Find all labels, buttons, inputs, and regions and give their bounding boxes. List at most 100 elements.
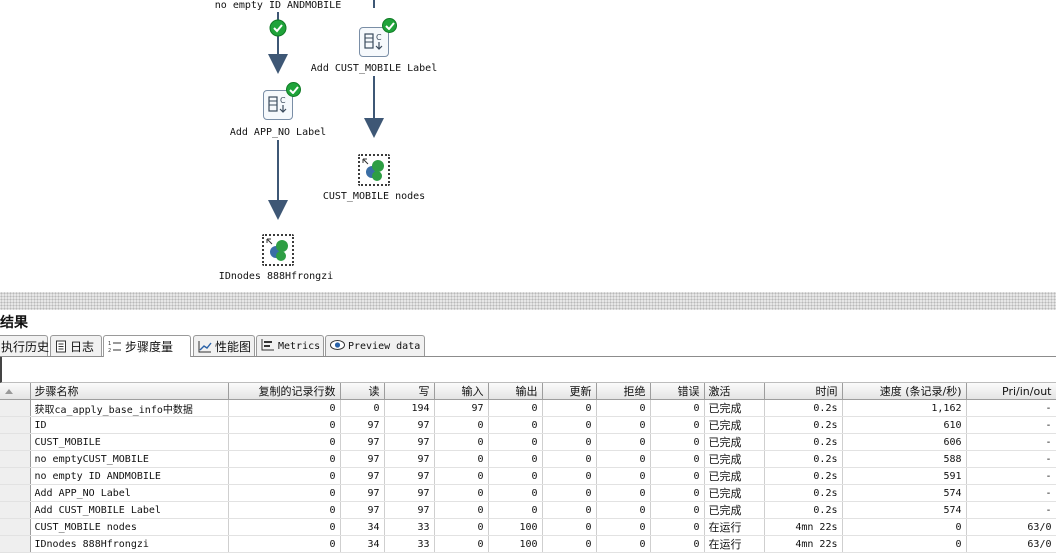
tab-execution-history[interactable]: 执行历史 [0,335,50,356]
table-row[interactable]: 获取ca_apply_base_info中数据 0 0 194 97 0 0 0… [0,399,1056,417]
results-toolbar [0,357,1056,383]
hop-ok-icon [269,19,287,37]
table-row[interactable]: IDnodes 888Hfrongzi 0 34 33 0 100 0 0 0 … [0,535,1056,553]
column-header-active[interactable]: 激活 [704,383,765,400]
speed-cell: 588 [842,450,967,468]
updated-cell: 0 [542,450,597,468]
table-row[interactable]: ID 0 97 97 0 0 0 0 0 已完成 0.2s 610 - [0,416,1056,434]
output-cell: 0 [488,433,543,451]
column-header-step-name[interactable]: 步骤名称 [30,383,229,400]
column-header-pri-in-out[interactable]: Pri/in/out [966,383,1056,400]
pri-in-out-cell: 63/0 [966,535,1056,553]
column-header-copies[interactable]: 复制的记录行数 [228,383,341,400]
read-cell: 97 [340,433,385,451]
column-header-written[interactable]: 写 [384,383,435,400]
panel-splitter[interactable] [0,292,1056,310]
svg-text:C: C [280,96,286,105]
table-row[interactable]: no emptyCUST_MOBILE 0 97 97 0 0 0 0 0 已完… [0,450,1056,468]
rejected-cell: 0 [596,433,651,451]
pri-in-out-cell: - [966,399,1056,417]
updated-cell: 0 [542,433,597,451]
row-number-cell [0,501,31,519]
step-name-cell: Add APP_NO Label [30,484,229,502]
column-header-output[interactable]: 输出 [488,383,543,400]
pri-in-out-cell: - [966,433,1056,451]
tab-preview-data[interactable]: Preview data [325,335,425,356]
input-cell: 0 [434,450,489,468]
input-cell: 97 [434,399,489,417]
errors-cell: 0 [650,501,705,519]
updated-cell: 0 [542,518,597,536]
updated-cell: 0 [542,501,597,519]
pri-in-out-cell: 63/0 [966,518,1056,536]
column-header-updated[interactable]: 更新 [542,383,597,400]
pri-in-out-cell: - [966,501,1056,519]
step-name-cell: ID [30,416,229,434]
updated-cell: 0 [542,399,597,417]
step-name-cell: Add CUST_MOBILE Label [30,501,229,519]
row-number-cell [0,416,31,434]
tab-label: 性能图 [215,340,252,354]
copies-cell: 0 [228,416,341,434]
written-cell: 194 [384,399,435,417]
read-cell: 34 [340,535,385,553]
table-row[interactable]: Add APP_NO Label 0 97 97 0 0 0 0 0 已完成 0… [0,484,1056,502]
log-icon [55,340,67,356]
tab-label: 日志 [70,340,95,354]
copies-cell: 0 [228,484,341,502]
column-header-rownum[interactable] [0,383,31,400]
graph-output-icon [362,158,384,181]
read-cell: 97 [340,484,385,502]
time-cell: 4mn 22s [764,535,843,553]
read-cell: 0 [340,399,385,417]
step-name-cell: CUST_MOBILE [30,433,229,451]
input-cell: 0 [434,518,489,536]
active-cell: 在运行 [704,535,765,553]
table-row[interactable]: no empty ID ANDMOBILE 0 97 97 0 0 0 0 0 … [0,467,1056,485]
table-row[interactable]: Add CUST_MOBILE Label 0 97 97 0 0 0 0 0 … [0,501,1056,519]
tab-step-metrics[interactable]: 12 步骤度量 [103,335,191,357]
errors-cell: 0 [650,416,705,434]
tab-label: 执行历史 [1,340,50,354]
input-cell: 0 [434,416,489,434]
output-cell: 0 [488,399,543,417]
step-cust-mobile-nodes[interactable] [358,154,390,186]
table-row[interactable]: CUST_MOBILE nodes 0 34 33 0 100 0 0 0 在运… [0,518,1056,536]
results-tabbar: 执行历史 日志 12 步骤度量 性能图 Metrics Preview data [0,334,1056,357]
step-ok-icon [286,82,301,97]
column-header-errors[interactable]: 错误 [650,383,705,400]
tab-log[interactable]: 日志 [50,335,102,356]
column-header-speed[interactable]: 速度 (条记录/秒) [842,383,967,400]
row-number-cell [0,433,31,451]
rejected-cell: 0 [596,535,651,553]
speed-cell: 0 [842,518,967,536]
written-cell: 33 [384,518,435,536]
tab-metrics[interactable]: Metrics [256,335,324,356]
rejected-cell: 0 [596,501,651,519]
table-row[interactable]: CUST_MOBILE 0 97 97 0 0 0 0 0 已完成 0.2s 6… [0,433,1056,451]
column-header-rejected[interactable]: 拒绝 [596,383,651,400]
output-cell: 0 [488,484,543,502]
preview-eye-icon [330,339,345,354]
rejected-cell: 0 [596,467,651,485]
step-name-cell: IDnodes 888Hfrongzi [30,535,229,553]
transformation-canvas[interactable]: no empty ID ANDMOBILE C Add CUST_MOBILE … [0,0,1056,292]
errors-cell: 0 [650,518,705,536]
metrics-icon [261,338,275,354]
svg-text:C: C [376,33,382,42]
column-header-read[interactable]: 读 [340,383,385,400]
column-header-input[interactable]: 输入 [434,383,489,400]
active-cell: 已完成 [704,450,765,468]
copies-cell: 0 [228,399,341,417]
step-name-cell: CUST_MOBILE nodes [30,518,229,536]
tab-performance-chart[interactable]: 性能图 [193,335,255,356]
column-header-time[interactable]: 时间 [764,383,843,400]
time-cell: 0.2s [764,399,843,417]
output-cell: 0 [488,467,543,485]
written-cell: 97 [384,433,435,451]
time-cell: 0.2s [764,484,843,502]
step-idnodes-888hfrongzi[interactable] [262,234,294,266]
copies-cell: 0 [228,450,341,468]
row-number-cell [0,484,31,502]
written-cell: 97 [384,467,435,485]
